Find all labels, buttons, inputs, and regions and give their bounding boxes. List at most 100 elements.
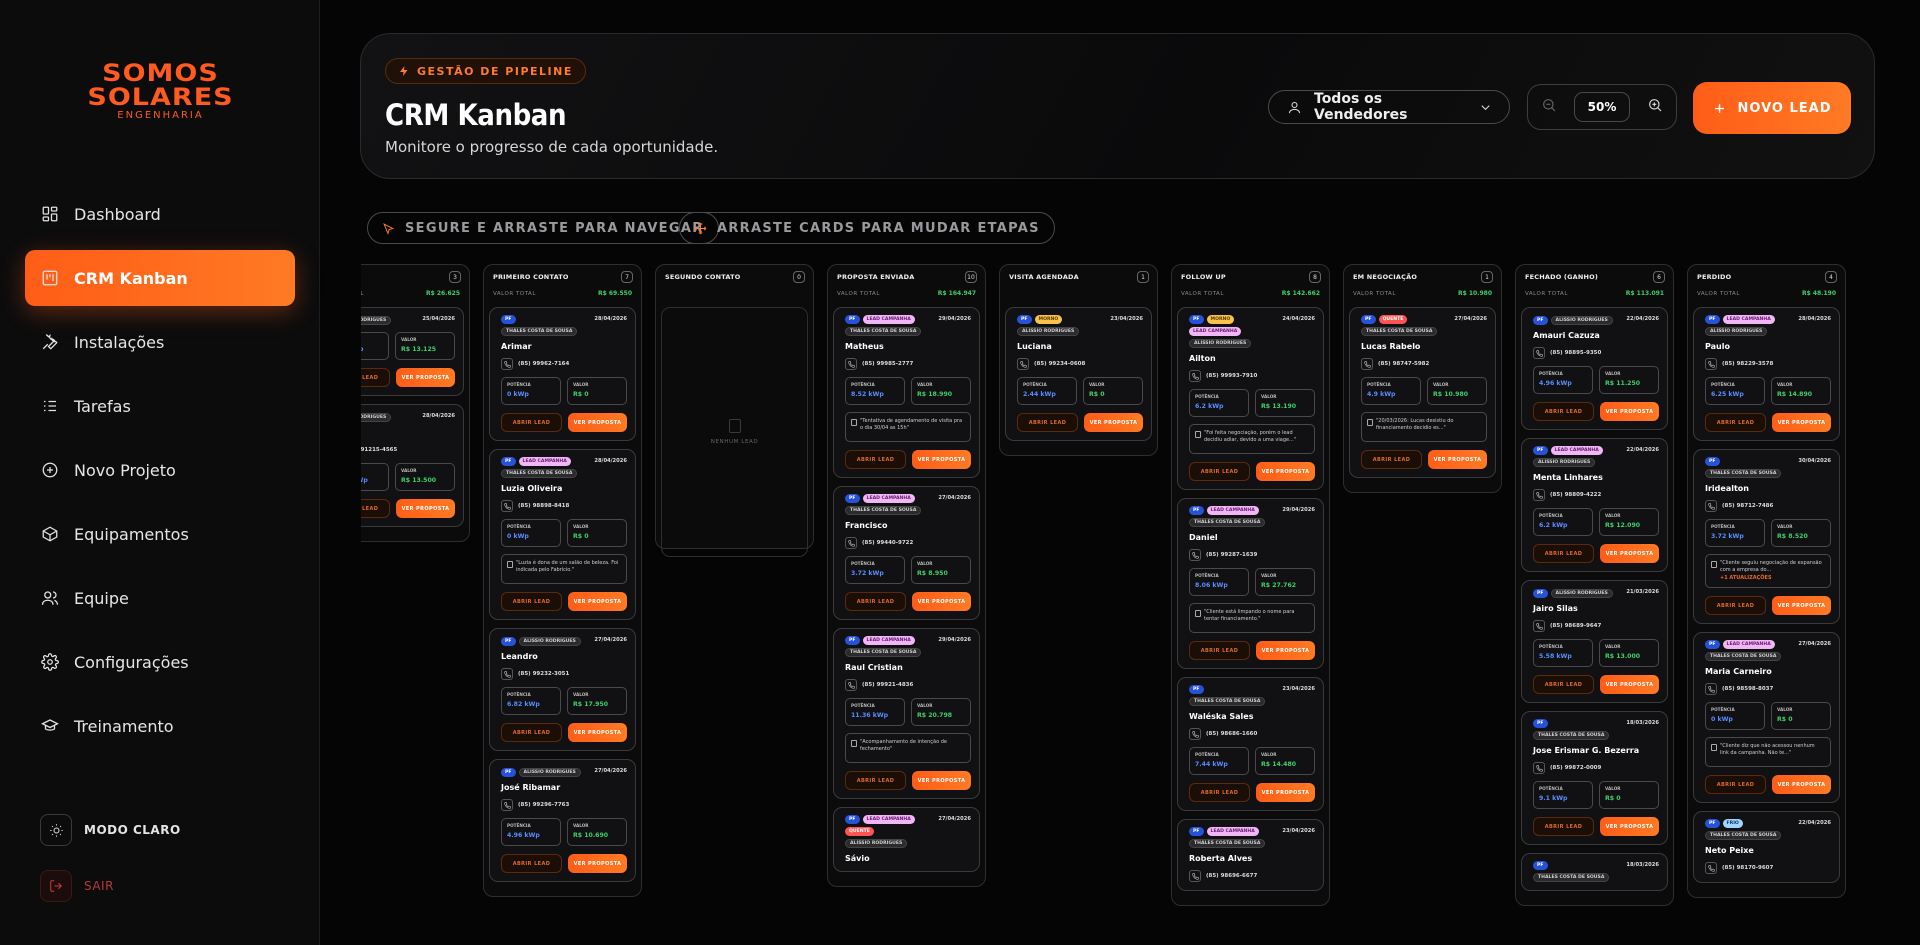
open-lead-button[interactable]: ABRIR LEAD: [361, 368, 390, 387]
open-lead-button[interactable]: ABRIR LEAD: [845, 450, 906, 469]
theme-toggle[interactable]: MODO CLARO: [40, 814, 181, 846]
view-proposal-button[interactable]: VER PROPOSTA: [1084, 413, 1143, 432]
new-lead-button[interactable]: NOVO LEAD: [1693, 82, 1851, 134]
view-proposal-button[interactable]: VER PROPOSTA: [912, 771, 971, 790]
pipeline-tag: GESTÃO DE PIPELINE: [385, 58, 586, 84]
open-lead-button[interactable]: ABRIR LEAD: [1533, 817, 1594, 836]
lead-card[interactable]: PF THALES COSTA DE SOUSA 23/04/2026 Waléska…: [1177, 677, 1324, 811]
lead-card[interactable]: PF LEAD CAMPANHA ALISSIO RODRIGUES 22/04/20…: [1521, 438, 1668, 572]
view-proposal-button[interactable]: VER PROPOSTA: [1428, 450, 1487, 469]
lead-card[interactable]: PF LEAD CAMPANHA THALES COSTA DE SOUSA 29/0…: [1177, 498, 1324, 669]
lead-card[interactable]: PF LEAD CAMPANHA THALES COSTA DE SOUSA 29/0…: [833, 307, 980, 478]
view-proposal-button[interactable]: VER PROPOSTA: [568, 723, 627, 742]
lead-card[interactable]: ALISSIO RODRIGUES 28/04/2026 e (85) 91215-4…: [361, 404, 464, 527]
open-lead-button[interactable]: ABRIR LEAD: [1705, 775, 1766, 794]
lead-card[interactable]: PF LEAD CAMPANHA QUENTE ALISSIO RODRIGUES 27…: [833, 807, 980, 872]
open-lead-button[interactable]: ABRIR LEAD: [1705, 596, 1766, 615]
view-proposal-button[interactable]: VER PROPOSTA: [568, 413, 627, 432]
view-proposal-button[interactable]: VER PROPOSTA: [1256, 641, 1315, 660]
sidebar-item-instalacoes[interactable]: Instalações: [25, 314, 295, 370]
view-proposal-button[interactable]: VER PROPOSTA: [568, 592, 627, 611]
lead-card[interactable]: PF LEAD CAMPANHA THALES COSTA DE SOUSA 23/0…: [1177, 819, 1324, 891]
sidebar-item-configuracoes[interactable]: Configurações: [25, 634, 295, 690]
open-lead-button[interactable]: ABRIR LEAD: [361, 499, 390, 518]
open-lead-button[interactable]: ABRIR LEAD: [1361, 450, 1422, 469]
open-lead-button[interactable]: ABRIR LEAD: [845, 771, 906, 790]
open-lead-button[interactable]: ABRIR LEAD: [1189, 641, 1250, 660]
view-proposal-button[interactable]: VER PROPOSTA: [568, 854, 627, 873]
lead-card[interactable]: PF FRIO THALES COSTA DE SOUSA 22/04/2026 Net…: [1693, 811, 1840, 883]
view-proposal-button[interactable]: VER PROPOSTA: [396, 368, 455, 387]
sidebar-item-dashboard[interactable]: Dashboard: [25, 186, 295, 242]
power-value: 5.58 kWp: [1539, 653, 1572, 660]
sidebar-item-novo-projeto[interactable]: Novo Projeto: [25, 442, 295, 498]
lead-card[interactable]: PF THALES COSTA DE SOUSA 18/03/2026: [1521, 853, 1668, 891]
lead-card[interactable]: PF LEAD CAMPANHA THALES COSTA DE SOUSA 27/0…: [833, 486, 980, 620]
lead-card[interactable]: PF QUENTE THALES COSTA DE SOUSA 27/04/2026 L…: [1349, 307, 1496, 478]
sidebar-item-equipamentos[interactable]: Equipamentos: [25, 506, 295, 562]
kanban-board[interactable]: LEAD3 VALOR TOTAL R$ 26.625 ALISSIO RODRIGU…: [361, 264, 1920, 945]
lead-card[interactable]: PF ALISSIO RODRIGUES 21/03/2026 Jairo Silas…: [1521, 580, 1668, 703]
sidebar-item-treinamento[interactable]: Treinamento: [25, 698, 295, 754]
column-total-label: VALOR TOTAL: [1525, 291, 1568, 297]
zoom-in-button[interactable]: [1647, 97, 1663, 117]
lead-card[interactable]: PF ALISSIO RODRIGUES 27/04/2026 José Ribama…: [489, 759, 636, 882]
power-box: POTÊNCIA 4.96 kWp: [501, 818, 561, 846]
open-lead-button[interactable]: ABRIR LEAD: [845, 592, 906, 611]
open-lead-button[interactable]: ABRIR LEAD: [1189, 783, 1250, 802]
lead-card[interactable]: PF LEAD CAMPANHA THALES COSTA DE SOUSA 29/0…: [833, 628, 980, 799]
power-box: POTÊNCIA 5.58 kWp: [1533, 639, 1593, 667]
sidebar-item-tarefas[interactable]: Tarefas: [25, 378, 295, 434]
view-proposal-button[interactable]: VER PROPOSTA: [1600, 675, 1659, 694]
lead-card[interactable]: PF MORNO ALISSIO RODRIGUES 23/04/2026 Lucian…: [1005, 307, 1152, 441]
lead-card[interactable]: PF THALES COSTA DE SOUSA 30/04/2026 Irideal…: [1693, 449, 1840, 624]
zoom-out-button[interactable]: [1541, 97, 1557, 117]
open-lead-button[interactable]: ABRIR LEAD: [1705, 413, 1766, 432]
open-lead-button[interactable]: ABRIR LEAD: [1533, 402, 1594, 421]
tag-badge: QUENTE: [845, 827, 874, 836]
view-proposal-button[interactable]: VER PROPOSTA: [1256, 462, 1315, 481]
view-proposal-button[interactable]: VER PROPOSTA: [1600, 402, 1659, 421]
lead-card[interactable]: PF THALES COSTA DE SOUSA 28/04/2026 Arimar (…: [489, 307, 636, 441]
open-lead-button[interactable]: ABRIR LEAD: [501, 723, 562, 742]
view-proposal-button[interactable]: VER PROPOSTA: [912, 450, 971, 469]
seller-select[interactable]: Todos os Vendedores: [1268, 90, 1510, 124]
lead-card[interactable]: ALISSIO RODRIGUES 25/04/2026 POTÊNCIA 6.2 k…: [361, 307, 464, 396]
lead-card[interactable]: PF LEAD CAMPANHA THALES COSTA DE SOUSA 27/0…: [1693, 632, 1840, 803]
open-lead-button[interactable]: ABRIR LEAD: [501, 592, 562, 611]
lead-card[interactable]: PF ALISSIO RODRIGUES 27/04/2026 Leandro (85)…: [489, 628, 636, 751]
lead-phone: (85) 98689-9647: [1533, 620, 1659, 632]
tag-badge: PF: [1189, 315, 1204, 324]
open-lead-button[interactable]: ABRIR LEAD: [1533, 675, 1594, 694]
lead-card[interactable]: PF MORNO LEAD CAMPANHA ALISSIO RODRIGUES 24/…: [1177, 307, 1324, 490]
view-proposal-button[interactable]: VER PROPOSTA: [1772, 775, 1831, 794]
lead-card[interactable]: PF LEAD CAMPANHA THALES COSTA DE SOUSA 28/0…: [489, 449, 636, 620]
open-lead-button[interactable]: ABRIR LEAD: [1017, 413, 1078, 432]
view-proposal-button[interactable]: VER PROPOSTA: [1600, 817, 1659, 836]
brand-logo[interactable]: SOMOS SOLARES ENGENHARIA: [78, 61, 243, 120]
view-proposal-button[interactable]: VER PROPOSTA: [1600, 544, 1659, 563]
page-header: GESTÃO DE PIPELINE CRM Kanban Monitore o…: [360, 33, 1875, 179]
sidebar-item-crm-kanban[interactable]: CRM Kanban: [25, 250, 295, 306]
open-lead-button[interactable]: ABRIR LEAD: [501, 413, 562, 432]
open-lead-button[interactable]: ABRIR LEAD: [1189, 462, 1250, 481]
view-proposal-button[interactable]: VER PROPOSTA: [396, 499, 455, 518]
card-actions: ABRIR LEAD VER PROPOSTA: [845, 592, 971, 611]
card-metrics: POTÊNCIA 4.96 kWp VALOR R$ 10.690: [501, 818, 627, 846]
open-lead-button[interactable]: ABRIR LEAD: [1533, 544, 1594, 563]
power-box: POTÊNCIA 6.2 kWp: [1533, 508, 1593, 536]
sidebar-item-equipe[interactable]: Equipe: [25, 570, 295, 626]
view-proposal-button[interactable]: VER PROPOSTA: [1256, 783, 1315, 802]
phone-icon: [1533, 489, 1545, 501]
value-label: VALOR: [573, 382, 589, 387]
view-proposal-button[interactable]: VER PROPOSTA: [1772, 596, 1831, 615]
view-proposal-button[interactable]: VER PROPOSTA: [1772, 413, 1831, 432]
logout-button[interactable]: SAIR: [40, 870, 114, 902]
lead-card[interactable]: PF THALES COSTA DE SOUSA 18/03/2026 Jose Er…: [1521, 711, 1668, 845]
view-proposal-button[interactable]: VER PROPOSTA: [912, 592, 971, 611]
column-total-value: R$ 26.625: [425, 290, 460, 297]
lead-card[interactable]: PF LEAD CAMPANHA ALISSIO RODRIGUES 28/04/20…: [1693, 307, 1840, 441]
lead-card[interactable]: PF ALISSIO RODRIGUES 22/04/2026 Amauri Cazu…: [1521, 307, 1668, 430]
open-lead-button[interactable]: ABRIR LEAD: [501, 854, 562, 873]
tag-badge: PF: [845, 315, 860, 324]
